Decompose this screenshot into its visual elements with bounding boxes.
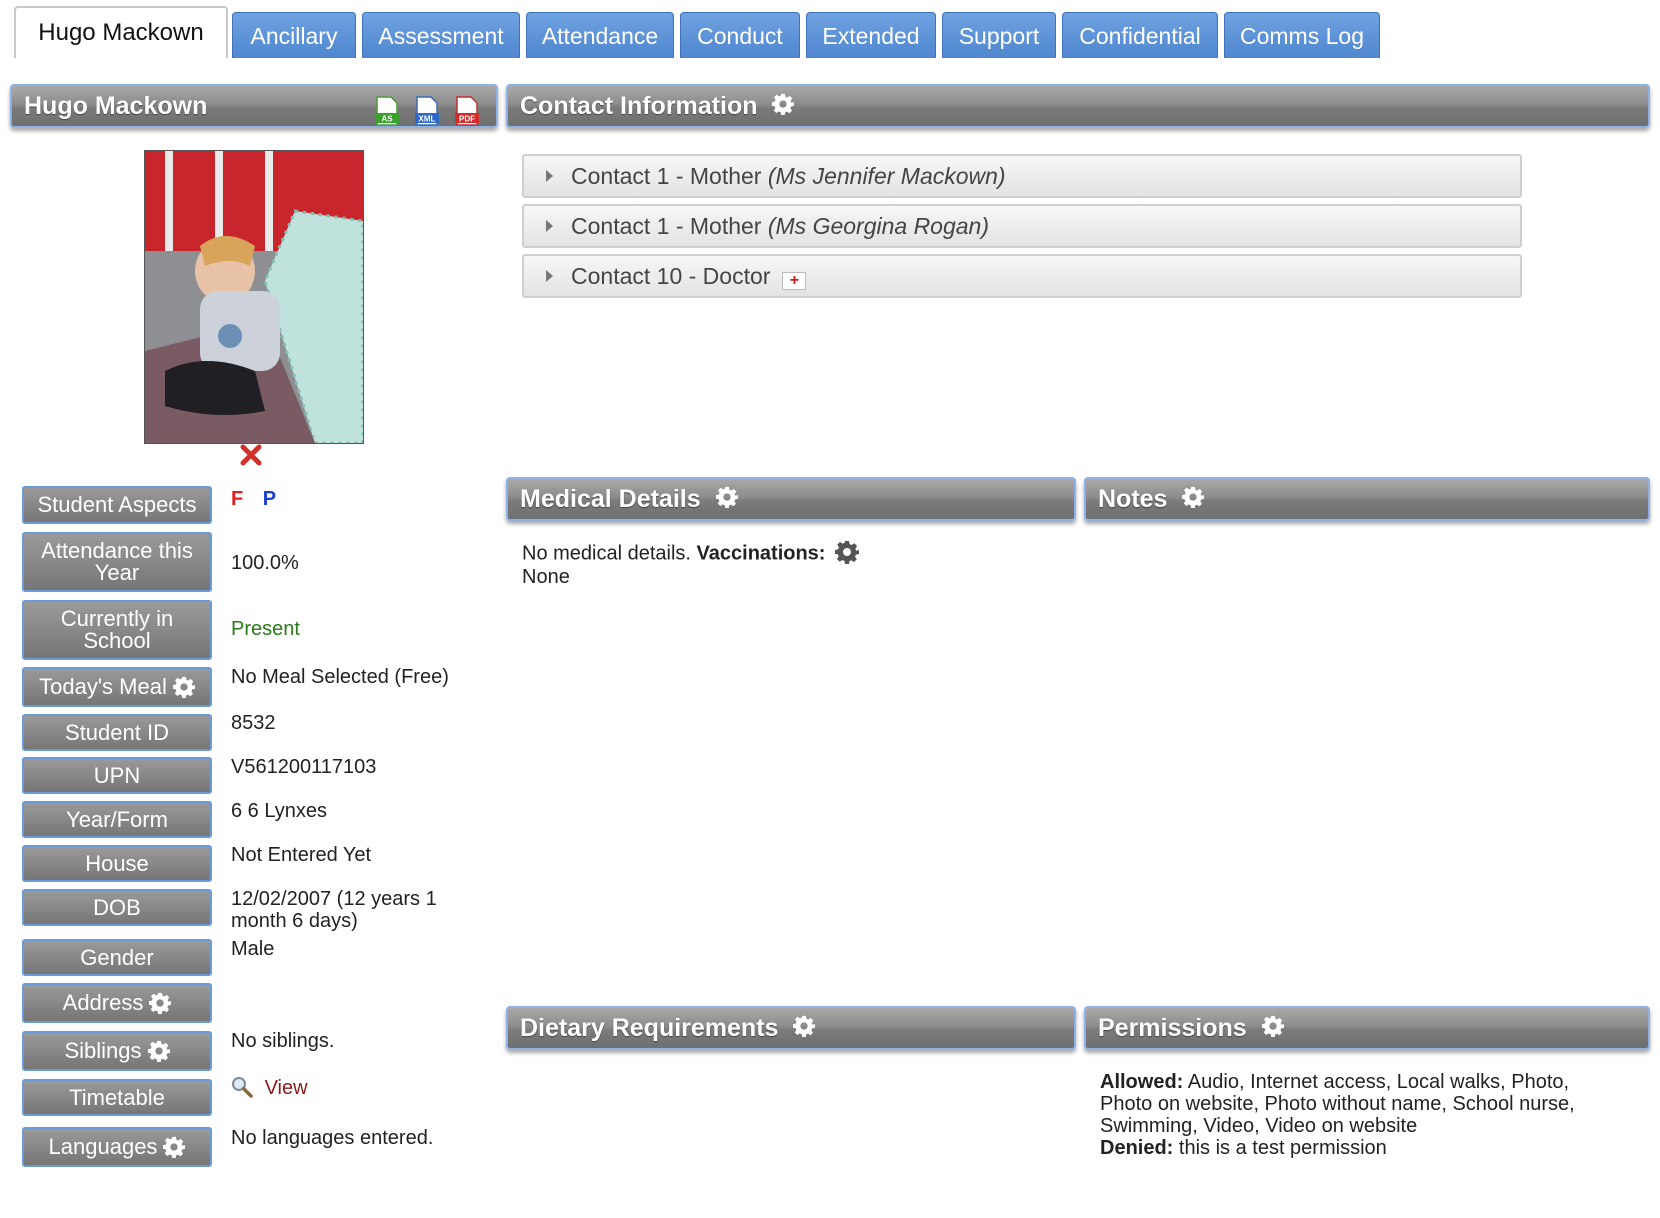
timetable-link[interactable]: View xyxy=(231,1076,308,1100)
tab-extended[interactable]: Extended xyxy=(806,12,936,58)
meal-label[interactable]: Today's Meal xyxy=(22,667,212,707)
languages-value: No languages entered. xyxy=(231,1127,434,1149)
tab-support[interactable]: Support xyxy=(942,12,1056,58)
timetable-view-link[interactable]: View xyxy=(265,1077,308,1099)
siblings-gear-icon[interactable] xyxy=(147,1040,170,1062)
tab-confidential[interactable]: Confidential xyxy=(1062,12,1218,58)
vaccinations-gear-icon[interactable] xyxy=(835,540,860,564)
contact-row-3[interactable]: Contact 10 - Doctor + xyxy=(522,254,1522,298)
expand-arrow-icon xyxy=(546,270,553,282)
student-aspects-label: Student Aspects xyxy=(22,486,212,524)
dietary-title: Dietary Requirements xyxy=(520,1014,779,1042)
meal-value: No Meal Selected (Free) xyxy=(231,666,449,688)
aspect-p-badge[interactable]: P xyxy=(263,488,276,510)
upn-label: UPN xyxy=(22,757,212,794)
as-export-label: AS xyxy=(381,115,393,124)
medical-cross-icon: + xyxy=(782,272,807,290)
timetable-label: Timetable xyxy=(22,1079,212,1116)
siblings-value: No siblings. xyxy=(231,1030,335,1052)
allowed-label: Allowed: xyxy=(1100,1071,1184,1093)
pdf-export-label: PDF xyxy=(459,115,475,124)
siblings-label[interactable]: Siblings xyxy=(22,1031,212,1071)
student-name-title: Hugo Mackown xyxy=(24,92,208,120)
contact-row-2[interactable]: Contact 1 - Mother (Ms Georgina Rogan) xyxy=(522,204,1522,248)
medical-body: No medical details. Vaccinations: None xyxy=(522,540,860,588)
languages-gear-icon[interactable] xyxy=(163,1136,186,1158)
house-label: House xyxy=(22,845,212,882)
student-aspects-values: F P xyxy=(231,488,276,510)
medical-header: Medical Details xyxy=(506,477,1076,521)
magnifier-icon xyxy=(232,1076,253,1098)
address-gear-icon[interactable] xyxy=(149,992,172,1014)
medical-gear-icon[interactable] xyxy=(715,486,738,509)
gender-value: Male xyxy=(231,938,275,960)
aspect-f-badge[interactable]: F xyxy=(231,488,243,510)
in-school-label: Currently in School xyxy=(22,600,212,660)
tab-attendance[interactable]: Attendance xyxy=(526,12,674,58)
tab-student-summary[interactable]: Hugo Mackown xyxy=(14,6,228,58)
meal-gear-icon[interactable] xyxy=(172,676,195,698)
delete-photo-icon[interactable] xyxy=(240,444,262,466)
in-school-value: Present xyxy=(231,618,300,640)
student-id-label: Student ID xyxy=(22,714,212,751)
as-export-icon[interactable]: AS xyxy=(374,96,400,126)
dob-label: DOB xyxy=(22,889,212,926)
year-form-label: Year/Form xyxy=(22,801,212,838)
attendance-value: 100.0% xyxy=(231,552,299,574)
tab-ancillary[interactable]: Ancillary xyxy=(232,12,356,58)
languages-label[interactable]: Languages xyxy=(22,1127,212,1167)
dietary-header: Dietary Requirements xyxy=(506,1006,1076,1050)
permissions-header: Permissions xyxy=(1084,1006,1650,1050)
address-label[interactable]: Address xyxy=(22,983,212,1023)
expand-arrow-icon xyxy=(546,170,553,182)
notes-header: Notes xyxy=(1084,477,1650,521)
expand-arrow-icon xyxy=(546,220,553,232)
permissions-body: Allowed: Audio, Internet access, Local w… xyxy=(1100,1071,1575,1159)
student-photo xyxy=(144,150,364,444)
house-value: Not Entered Yet xyxy=(231,844,372,866)
permissions-title: Permissions xyxy=(1098,1014,1247,1042)
tab-conduct[interactable]: Conduct xyxy=(680,12,800,58)
contact-info-header: Contact Information xyxy=(506,84,1650,128)
pdf-export-icon[interactable]: PDF xyxy=(454,96,480,126)
xml-export-icon[interactable]: XML xyxy=(414,96,440,126)
xml-export-label: XML xyxy=(419,115,436,124)
gender-label: Gender xyxy=(22,939,212,976)
notes-gear-icon[interactable] xyxy=(1182,486,1205,509)
permissions-gear-icon[interactable] xyxy=(1261,1015,1284,1038)
attendance-label: Attendance this Year xyxy=(22,532,212,592)
student-id-value: 8532 xyxy=(231,712,276,734)
dob-value: 12/02/2007 (12 years 1 month 6 days) xyxy=(231,888,437,932)
tab-comms-log[interactable]: Comms Log xyxy=(1224,12,1380,58)
dietary-gear-icon[interactable] xyxy=(793,1015,816,1038)
medical-title: Medical Details xyxy=(520,485,701,513)
denied-label: Denied: xyxy=(1100,1137,1174,1159)
notes-title: Notes xyxy=(1098,485,1168,513)
vaccinations-value: None xyxy=(522,566,570,588)
tab-assessment[interactable]: Assessment xyxy=(362,12,520,58)
upn-value: V561200117103 xyxy=(231,756,377,778)
year-form-value: 6 6 Lynxes xyxy=(231,800,327,822)
contact-info-title: Contact Information xyxy=(520,92,758,120)
contact-info-gear-icon[interactable] xyxy=(772,93,795,116)
contact-row-1[interactable]: Contact 1 - Mother (Ms Jennifer Mackown) xyxy=(522,154,1522,198)
